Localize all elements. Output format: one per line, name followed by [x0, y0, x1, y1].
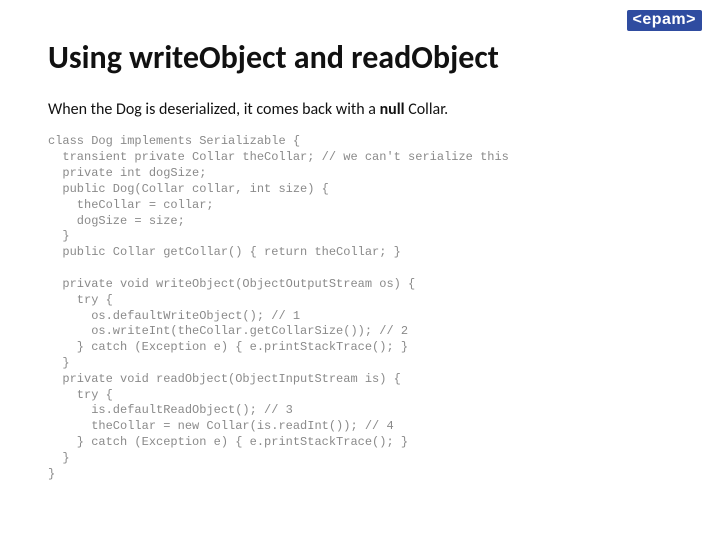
slide-subtitle: When the Dog is deserialized, it comes b… [48, 99, 672, 121]
subtitle-pre: When the Dog is deserialized, it comes b… [48, 100, 380, 119]
subtitle-bold: null [380, 100, 405, 119]
code-block: class Dog implements Serializable { tran… [48, 134, 672, 482]
brand-logo: <epam> [627, 10, 702, 31]
subtitle-post: Collar. [405, 100, 449, 119]
slide-body: Using writeObject and readObject When th… [0, 0, 720, 503]
brand-logo-text: <epam> [627, 10, 702, 31]
slide-title: Using writeObject and readObject [48, 40, 672, 77]
